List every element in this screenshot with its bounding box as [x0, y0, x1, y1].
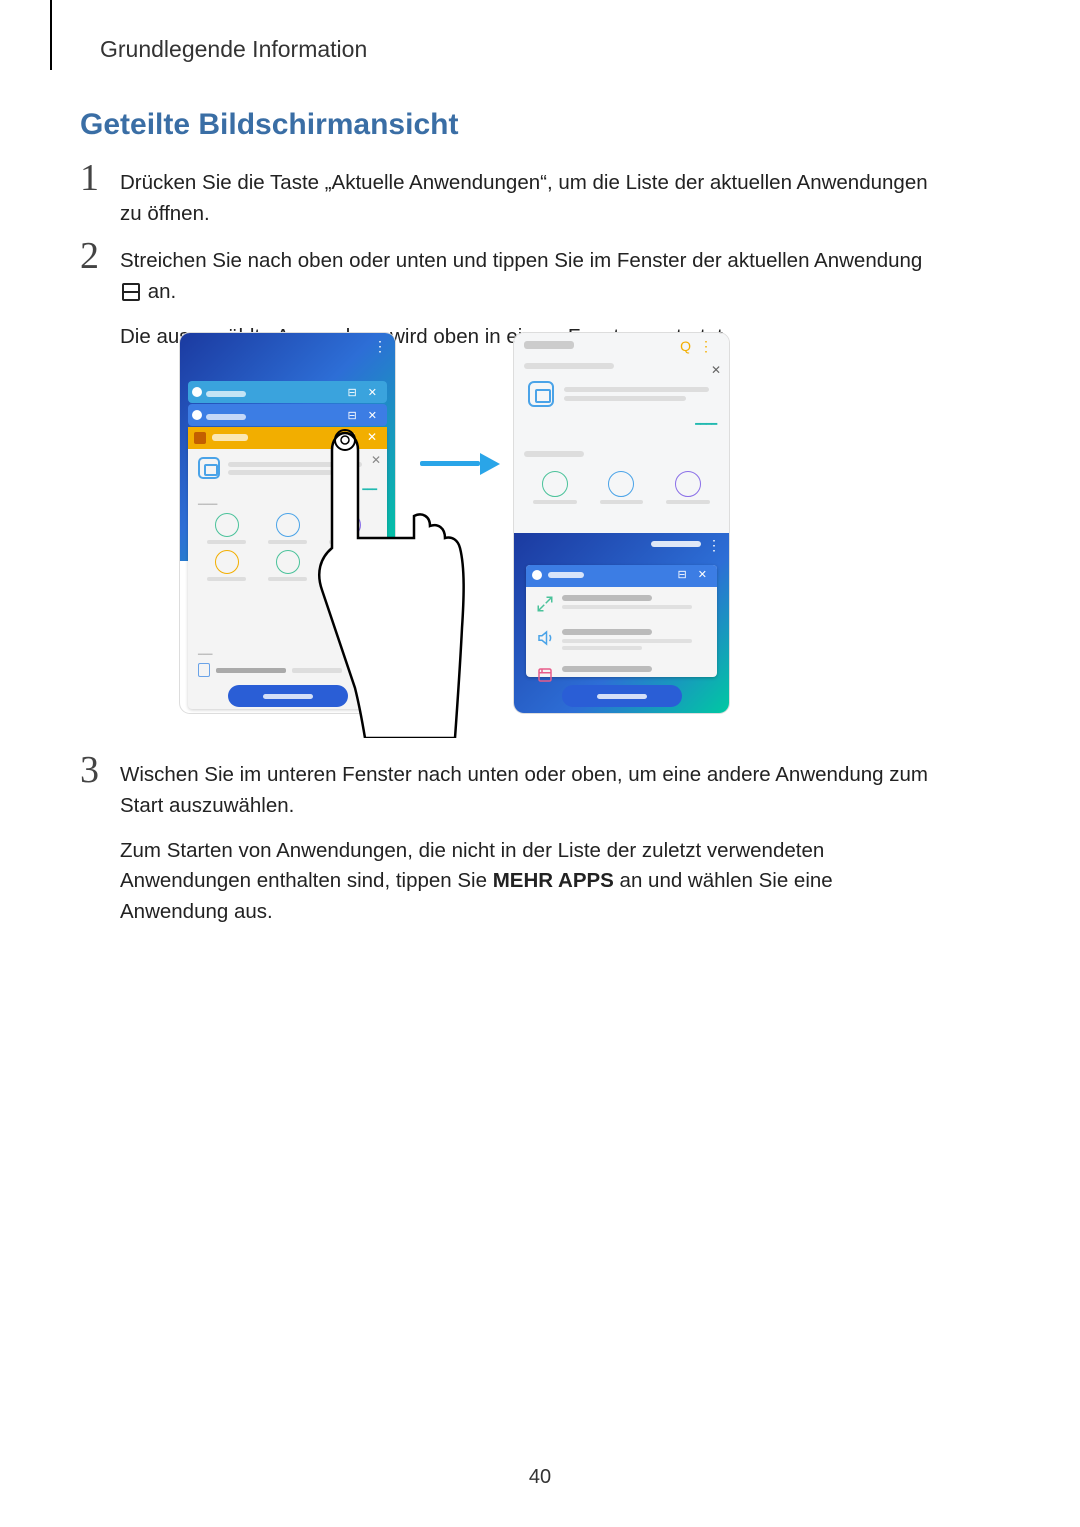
step-3-number: 3 — [80, 748, 99, 792]
more-apps-label — [651, 541, 701, 547]
illustration: ⋮ ⊟ ✕ ⊟ ✕ ⊟ ✕ ✕ ━━━ ━━━━ — [180, 333, 920, 728]
list-item — [526, 621, 717, 658]
card-category-label: ━━━━ — [198, 500, 377, 509]
step-2-number: 2 — [80, 234, 99, 278]
step-1-text: Drücken Sie die Taste „Aktuelle Anwendun… — [120, 168, 940, 230]
running-header: Grundlegende Information — [100, 36, 367, 63]
header-divider — [50, 0, 52, 70]
top-app-action-icons: Q⋮ — [680, 338, 721, 355]
recent-app-card: ⊟ ✕ ✕ ━━━ ━━━━ APK — [188, 427, 387, 709]
step-3-line2: Zum Starten von Anwendungen, die nicht i… — [120, 836, 940, 928]
storage-label: ━━━ — [198, 650, 377, 659]
inner-close-icon: ✕ — [371, 453, 381, 467]
step-2-line1: Streichen Sie nach oben oder unten und t… — [120, 246, 940, 308]
recent-close-icon: ✕ — [367, 430, 381, 444]
bottom-card-header: ⊟ ✕ — [526, 565, 717, 587]
top-app-link: ━━━━ — [695, 419, 717, 430]
connections-icon — [536, 595, 554, 613]
bottom-recent-card: ⊟ ✕ — [526, 565, 717, 677]
folder-icon — [198, 457, 220, 479]
top-app-subtitle — [524, 363, 614, 369]
bottom-menu-icon: ⋮ — [707, 537, 721, 554]
arrow-icon — [420, 453, 500, 473]
top-app-title — [524, 341, 574, 349]
list-item — [526, 587, 717, 621]
step-1-number: 1 — [80, 156, 99, 200]
top-app-category — [524, 451, 584, 457]
recent-app-b: ⊟ ✕ — [188, 404, 387, 426]
apk-icon: APK — [337, 555, 361, 569]
menu-icon: ⋮ — [699, 338, 721, 354]
folder-icon — [528, 381, 554, 407]
sound-icon — [536, 629, 554, 647]
close-all-pill — [562, 685, 682, 707]
step-2-line1-a: Streichen Sie nach oben oder unten und t… — [120, 249, 922, 272]
step-3: 3 Wischen Sie im unteren Fenster nach un… — [80, 760, 940, 942]
page: Grundlegende Information Geteilte Bildsc… — [0, 0, 1080, 1527]
page-number: 40 — [0, 1466, 1080, 1489]
phone-left-status-menu-icon: ⋮ — [373, 338, 387, 355]
close-all-pill — [228, 685, 348, 707]
recent-app-a: ⊟ ✕ — [188, 381, 387, 403]
phone-right: Q⋮ ✕ ━━━━ ⋮ ⊟ ✕ — [514, 333, 729, 713]
card-link-text: ━━━ — [198, 485, 377, 494]
step-1: 1 Drücken Sie die Taste „Aktuelle Anwend… — [80, 168, 940, 244]
top-app-text-lines — [564, 383, 717, 405]
step-3-line2-bold: MEHR APPS — [493, 869, 614, 892]
phone-left: ⋮ ⊟ ✕ ⊟ ✕ ⊟ ✕ ✕ ━━━ ━━━━ — [180, 333, 395, 713]
notifications-icon — [536, 666, 554, 684]
top-app-grid — [524, 471, 719, 504]
top-app-close-icon: ✕ — [711, 363, 721, 377]
step-3-line1: Wischen Sie im unteren Fenster nach unte… — [120, 760, 940, 822]
sd-card-icon — [198, 663, 210, 677]
section-title: Geteilte Bildschirmansicht — [80, 108, 458, 142]
split-view-icon — [122, 283, 140, 301]
category-grid: APK — [198, 513, 377, 581]
recent-app-card-header: ⊟ ✕ — [188, 427, 387, 449]
step-2-line1-b: an. — [148, 280, 177, 303]
search-icon: Q — [680, 338, 699, 354]
storage-row — [198, 663, 377, 677]
